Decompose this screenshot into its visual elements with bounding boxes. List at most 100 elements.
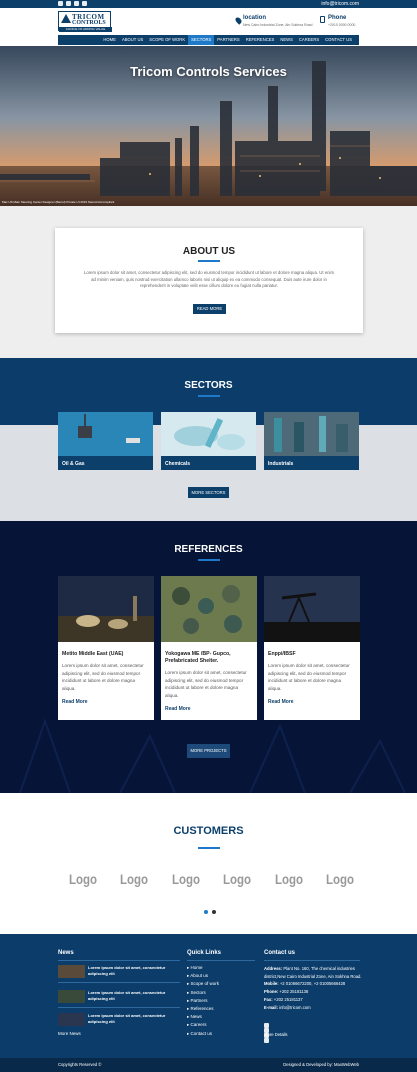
quick-link[interactable]: ▸ Contact us	[187, 1030, 219, 1038]
customers-section: CUSTOMERS Logo Logo Logo Logo Logo Logo	[0, 793, 417, 934]
footer-quick-title: Quick Links	[187, 950, 222, 956]
nav-about[interactable]: ABOUT US	[119, 35, 146, 45]
reference-card-3[interactable]: Enppi/IBSF Lorem ipsum dolor sit amet, c…	[264, 576, 360, 720]
nav-sectors[interactable]: SECTORS	[188, 35, 215, 45]
read-more-button[interactable]: READ MORE	[193, 304, 226, 314]
carousel-dots	[202, 901, 218, 919]
reference-title: Enppi/IBSF	[268, 651, 296, 657]
copyright: Copyrights Reserved ©	[58, 1062, 102, 1067]
read-more-link[interactable]: Read More	[165, 706, 191, 712]
quick-links-list: ▸ Home ▸ About us ▸ Scope of work ▸ Sect…	[187, 964, 219, 1038]
google-plus-icon[interactable]	[82, 1, 87, 6]
fax-label: Fax:	[264, 996, 273, 1002]
news-text: Lorem ipsum dolor sit amet, consectetur …	[88, 1013, 166, 1024]
sectors-title: SECTORS	[184, 380, 233, 391]
phone-label: Phone:	[264, 989, 279, 995]
footer: News Lorem ipsum dolor sit amet, consect…	[0, 934, 417, 1058]
news-text: Lorem ipsum dolor sit amet, consectetur …	[88, 990, 166, 1001]
twitter-icon[interactable]	[66, 1, 71, 6]
nav-partners[interactable]: PARTNERS	[214, 35, 242, 45]
reference-text: Lorem ipsum dolor sit amet, consectetur …	[62, 663, 144, 691]
customer-logo[interactable]: Logo	[275, 871, 303, 887]
email-value[interactable]: info@tricom.com	[279, 1005, 310, 1010]
fax-value: +202 25181137	[273, 996, 303, 1002]
more-news-link[interactable]: More News	[58, 1030, 81, 1038]
facebook-icon[interactable]	[58, 1, 63, 6]
divider	[58, 982, 180, 983]
more-details-link[interactable]: More Details	[264, 1031, 364, 1039]
sector-label: Industrials	[264, 456, 359, 470]
quick-link[interactable]: ▸ Careers	[187, 1021, 219, 1029]
contact-mobile: Mobile: +2 01066672200, +2 01005666428	[264, 980, 364, 988]
more-projects-button[interactable]: MORE PROJECTS	[187, 744, 230, 758]
contact-phone: Phone: +202 25181138	[264, 988, 364, 996]
google-plus-icon[interactable]	[264, 1038, 269, 1043]
references-underline	[197, 559, 220, 561]
carousel-dot[interactable]	[204, 910, 208, 914]
news-thumb	[58, 1013, 85, 1026]
quick-link[interactable]: ▸ Home	[187, 964, 219, 972]
customer-logo[interactable]: Logo	[172, 871, 200, 887]
quick-link[interactable]: ▸ Scope of work	[187, 980, 219, 988]
news-text: Lorem ipsum dolor sit amet, consectetur …	[88, 965, 166, 976]
contact-email: E-mail: info@tricom.com	[264, 1004, 364, 1012]
quick-link[interactable]: ▸ Partners	[187, 997, 219, 1005]
customers-underline	[197, 847, 220, 849]
quick-link[interactable]: ▸ Sectors	[187, 989, 219, 997]
quick-link-label: Home	[190, 965, 203, 970]
logo-triangle-icon	[61, 14, 71, 23]
nav-news[interactable]: NEWS	[277, 35, 296, 45]
customer-logo[interactable]: Logo	[326, 871, 354, 887]
location-text: New Cairo Industrial Zone, Ain Sokhna Ro…	[243, 23, 313, 27]
read-more-link[interactable]: Read More	[62, 699, 88, 705]
reference-card-2[interactable]: Yokogawa ME /BP- Gupco, Prefabricated Sh…	[161, 576, 257, 720]
sector-card-oil-gas[interactable]: Oil & Gas	[58, 412, 153, 470]
hero-caption: Mac US Main Steering Center Designer (Ba…	[2, 200, 115, 204]
more-sectors-button[interactable]: MORE SECTORS	[188, 487, 229, 498]
read-more-link[interactable]: Read More	[268, 699, 294, 705]
quick-link[interactable]: ▸ About us	[187, 972, 219, 980]
location-title: location	[243, 15, 267, 21]
customer-logo[interactable]: Logo	[69, 871, 97, 887]
sector-card-industrials[interactable]: Industrials	[264, 412, 359, 470]
about-card: ABOUT US Lorem ipsum dolor sit amet, con…	[55, 228, 363, 333]
sector-label: Oil & Gas	[58, 456, 153, 470]
quick-link-label: News	[190, 1014, 202, 1020]
quick-link[interactable]: ▸ News	[187, 1013, 219, 1021]
quick-link[interactable]: ▸ References	[187, 1005, 219, 1013]
customer-logo[interactable]: Logo	[223, 871, 251, 887]
email-label: E-mail:	[264, 1004, 278, 1010]
nav-home[interactable]: HOME	[100, 35, 119, 45]
reference-text: Lorem ipsum dolor sit amet, consectetur …	[165, 670, 247, 698]
credit[interactable]: Designed & Developed by: MaxWebWeb	[283, 1058, 359, 1072]
youtube-icon[interactable]	[74, 1, 79, 6]
sector-label: Chemicals	[161, 456, 256, 470]
nav-careers[interactable]: CAREERS	[296, 35, 322, 45]
water-plant-image	[161, 576, 257, 642]
about-title: ABOUT US	[182, 246, 236, 257]
logo-tagline: CHOICE OF ADDING VALUE	[59, 27, 112, 32]
divider	[187, 960, 255, 961]
news-thumb	[58, 990, 85, 1003]
contact-details: Address: Plant No. 160, The chemical ind…	[264, 965, 364, 1043]
references-title: REFERENCES	[174, 544, 243, 555]
nav-contact[interactable]: CONTACT US	[322, 35, 355, 45]
pumpjack-image	[264, 576, 360, 642]
nav-references[interactable]: REFERENCES	[243, 35, 278, 45]
nav-scope[interactable]: SCOPE OF WORK	[146, 35, 188, 45]
carousel-dot[interactable]	[212, 910, 216, 914]
about-text: Lorem ipsum dolor sit amet, consectetur …	[83, 270, 335, 289]
divider	[264, 960, 360, 961]
phone-value: +202 25181138	[279, 989, 309, 995]
mobile-value: +2 01066672200, +2 01005666428	[279, 981, 346, 987]
footer-news-title: News	[58, 950, 74, 956]
customer-logo[interactable]: Logo	[120, 871, 148, 887]
sector-card-chemicals[interactable]: Chemicals	[161, 412, 256, 470]
hero-title: Tricom Controls Services	[130, 64, 287, 79]
site-logo[interactable]: TRICOM CONTROLS CHOICE OF ADDING VALUE	[58, 11, 112, 32]
customers-title: CUSTOMERS	[173, 825, 244, 837]
divider	[58, 960, 180, 961]
footer-contact-title: Contact us	[264, 950, 296, 956]
topbar-email[interactable]: info@tricom.com	[321, 0, 359, 8]
reference-card-1[interactable]: Metito Middle East (UAE) Lorem ipsum dol…	[58, 576, 154, 720]
